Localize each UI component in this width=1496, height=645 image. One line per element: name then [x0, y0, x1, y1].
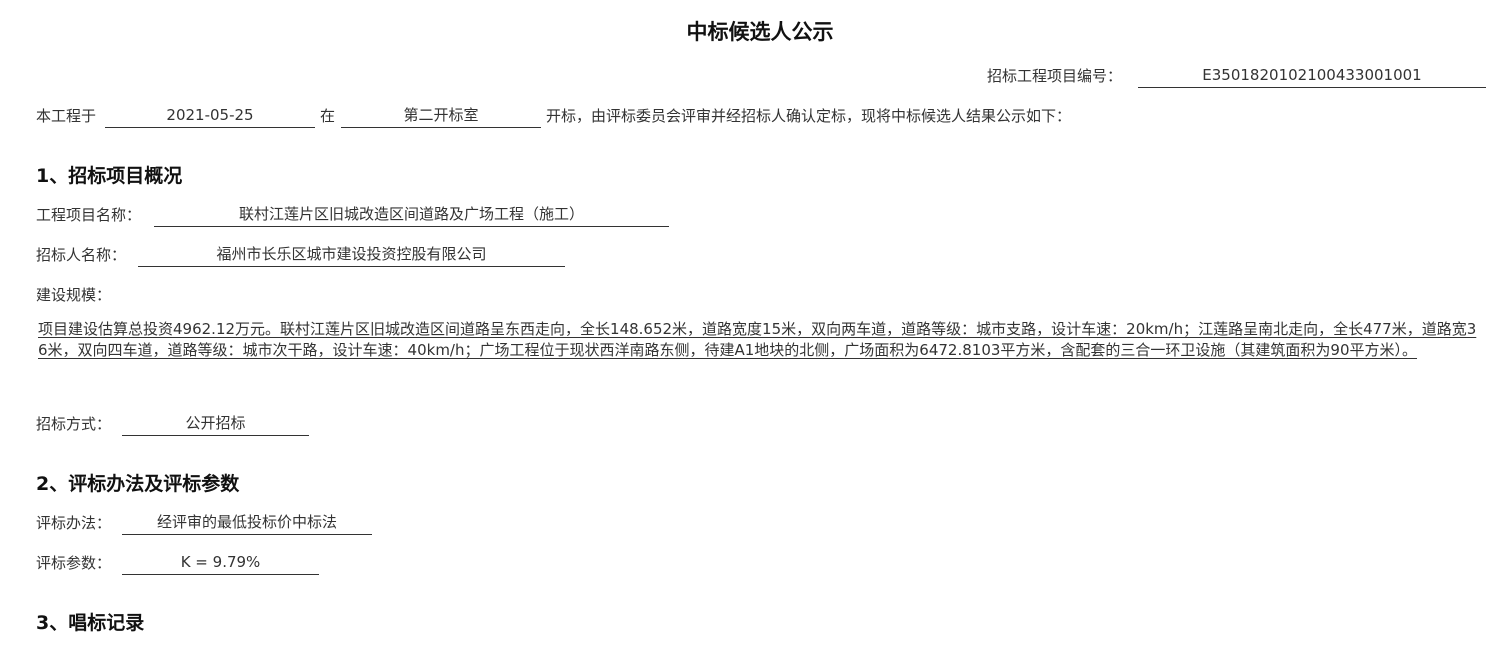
intro-at: 在	[320, 107, 336, 125]
section-2-heading: 2、评标办法及评标参数	[36, 473, 240, 495]
scale-description: 项目建设估算总投资4962.12万元。联村江莲片区旧城改造区间道路呈东西走向，全…	[38, 320, 1477, 359]
scale-label: 建设规模：	[36, 286, 112, 304]
eval-param-value: K = 9.79%	[122, 552, 319, 575]
tender-method-value: 公开招标	[122, 413, 309, 436]
tender-method-label: 招标方式：	[36, 415, 112, 433]
eval-method-value: 经评审的最低投标价中标法	[122, 512, 372, 535]
eval-method-label: 评标办法：	[36, 514, 112, 532]
intro-prefix: 本工程于	[36, 107, 97, 125]
open-date-value: 2021-05-25	[105, 105, 315, 128]
page-title: 中标候选人公示	[686, 20, 834, 44]
section-1-heading: 1、招标项目概况	[36, 165, 183, 187]
project-name-label: 工程项目名称：	[36, 206, 142, 224]
intro-suffix: 开标，由评标委员会评审并经招标人确认定标，现将中标候选人结果公示如下：	[546, 107, 1072, 125]
open-room-value: 第二开标室	[341, 105, 541, 128]
tenderer-label: 招标人名称：	[36, 246, 127, 264]
section-3-heading: 3、唱标记录	[36, 612, 145, 634]
tenderer-value: 福州市长乐区城市建设投资控股有限公司	[138, 244, 565, 267]
project-code-label: 招标工程项目编号：	[987, 67, 1123, 85]
eval-param-label: 评标参数：	[36, 554, 112, 572]
project-name-value: 联村江莲片区旧城改造区间道路及广场工程（施工）	[154, 204, 669, 227]
project-code-value: E3501820102100433001001	[1138, 65, 1486, 88]
